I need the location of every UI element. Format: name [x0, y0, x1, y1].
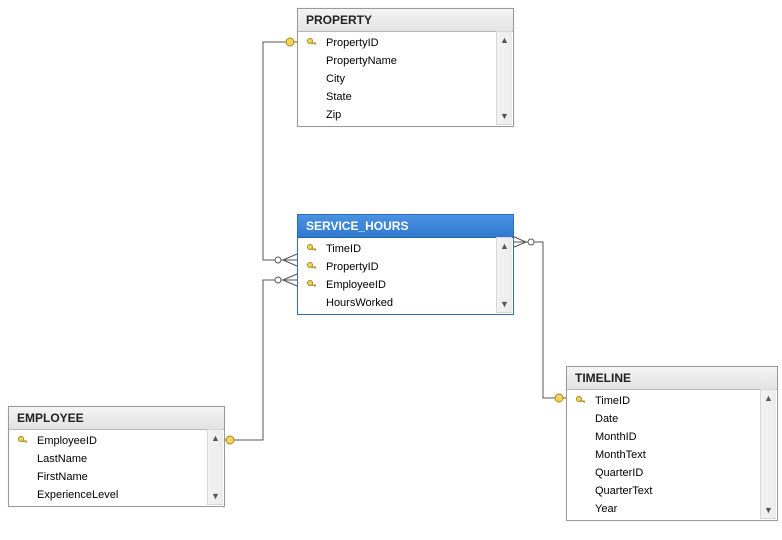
entity-header[interactable]: TIMELINE: [567, 367, 777, 390]
entity-timeline[interactable]: TIMELINE TimeID Date MonthID MonthText Q…: [566, 366, 778, 521]
entity-title: EMPLOYEE: [17, 411, 84, 425]
field-name: Year: [589, 503, 617, 515]
field-name: City: [320, 73, 345, 85]
scroll-up-button[interactable]: ▲: [497, 238, 512, 254]
scroll-up-button[interactable]: ▲: [497, 32, 512, 48]
field-name: MonthID: [589, 431, 637, 443]
field-name: Zip: [320, 109, 341, 121]
field-name: Date: [589, 413, 618, 425]
scroll-down-button[interactable]: ▼: [208, 488, 223, 504]
field-row[interactable]: ExperienceLevel: [9, 486, 206, 504]
field-row[interactable]: PropertyName: [298, 52, 495, 70]
entity-header[interactable]: PROPERTY: [298, 9, 513, 32]
field-row[interactable]: Zip: [298, 106, 495, 124]
primary-key-icon: [573, 396, 589, 406]
field-row[interactable]: EmployeeID: [9, 432, 206, 450]
field-row[interactable]: State: [298, 88, 495, 106]
field-row[interactable]: TimeID: [567, 392, 759, 410]
field-name: EmployeeID: [320, 279, 386, 291]
scroll-up-button[interactable]: ▲: [761, 390, 776, 406]
field-name: PropertyName: [320, 55, 397, 67]
field-name: ExperienceLevel: [31, 489, 118, 501]
scroll-thumb[interactable]: [497, 254, 512, 296]
scroll-thumb[interactable]: [761, 406, 776, 502]
field-name: EmployeeID: [31, 435, 97, 447]
field-name: TimeID: [320, 243, 361, 255]
scroll-down-button[interactable]: ▼: [761, 502, 776, 518]
field-row[interactable]: LastName: [9, 450, 206, 468]
field-row[interactable]: QuarterID: [567, 464, 759, 482]
primary-key-icon: [304, 244, 320, 254]
scroll-thumb[interactable]: [497, 48, 512, 108]
field-row[interactable]: MonthID: [567, 428, 759, 446]
primary-key-icon: [304, 280, 320, 290]
entity-title: TIMELINE: [575, 371, 631, 385]
field-row[interactable]: PropertyID: [298, 258, 495, 276]
field-name: HoursWorked: [320, 297, 393, 309]
scroll-up-button[interactable]: ▲: [208, 430, 223, 446]
field-row[interactable]: HoursWorked: [298, 294, 495, 312]
primary-key-icon: [304, 38, 320, 48]
entity-title: PROPERTY: [306, 13, 372, 27]
primary-key-icon: [15, 436, 31, 446]
entity-header[interactable]: EMPLOYEE: [9, 407, 224, 430]
field-name: QuarterText: [589, 485, 652, 497]
field-row[interactable]: City: [298, 70, 495, 88]
field-row[interactable]: PropertyID: [298, 34, 495, 52]
field-name: QuarterID: [589, 467, 643, 479]
primary-key-icon: [304, 262, 320, 272]
scroll-down-button[interactable]: ▼: [497, 296, 512, 312]
field-name: TimeID: [589, 395, 630, 407]
vertical-scrollbar[interactable]: ▲ ▼: [760, 389, 776, 519]
field-row[interactable]: QuarterText: [567, 482, 759, 500]
entity-header[interactable]: SERVICE_HOURS: [298, 215, 513, 238]
scroll-down-button[interactable]: ▼: [497, 108, 512, 124]
field-name: FirstName: [31, 471, 88, 483]
field-name: PropertyID: [320, 37, 379, 49]
field-name: PropertyID: [320, 261, 379, 273]
vertical-scrollbar[interactable]: ▲ ▼: [496, 31, 512, 125]
vertical-scrollbar[interactable]: ▲ ▼: [496, 237, 512, 313]
entity-employee[interactable]: EMPLOYEE EmployeeID LastName FirstName E…: [8, 406, 225, 507]
scroll-thumb[interactable]: [208, 446, 223, 488]
entity-service-hours[interactable]: SERVICE_HOURS TimeID PropertyID Employee…: [297, 214, 514, 315]
field-name: State: [320, 91, 352, 103]
field-name: MonthText: [589, 449, 646, 461]
field-row[interactable]: Year: [567, 500, 759, 518]
vertical-scrollbar[interactable]: ▲ ▼: [207, 429, 223, 505]
entity-property[interactable]: PROPERTY PropertyID PropertyName City St…: [297, 8, 514, 127]
entity-title: SERVICE_HOURS: [306, 219, 408, 233]
field-row[interactable]: MonthText: [567, 446, 759, 464]
field-row[interactable]: EmployeeID: [298, 276, 495, 294]
field-row[interactable]: FirstName: [9, 468, 206, 486]
field-name: LastName: [31, 453, 87, 465]
field-row[interactable]: TimeID: [298, 240, 495, 258]
field-row[interactable]: Date: [567, 410, 759, 428]
